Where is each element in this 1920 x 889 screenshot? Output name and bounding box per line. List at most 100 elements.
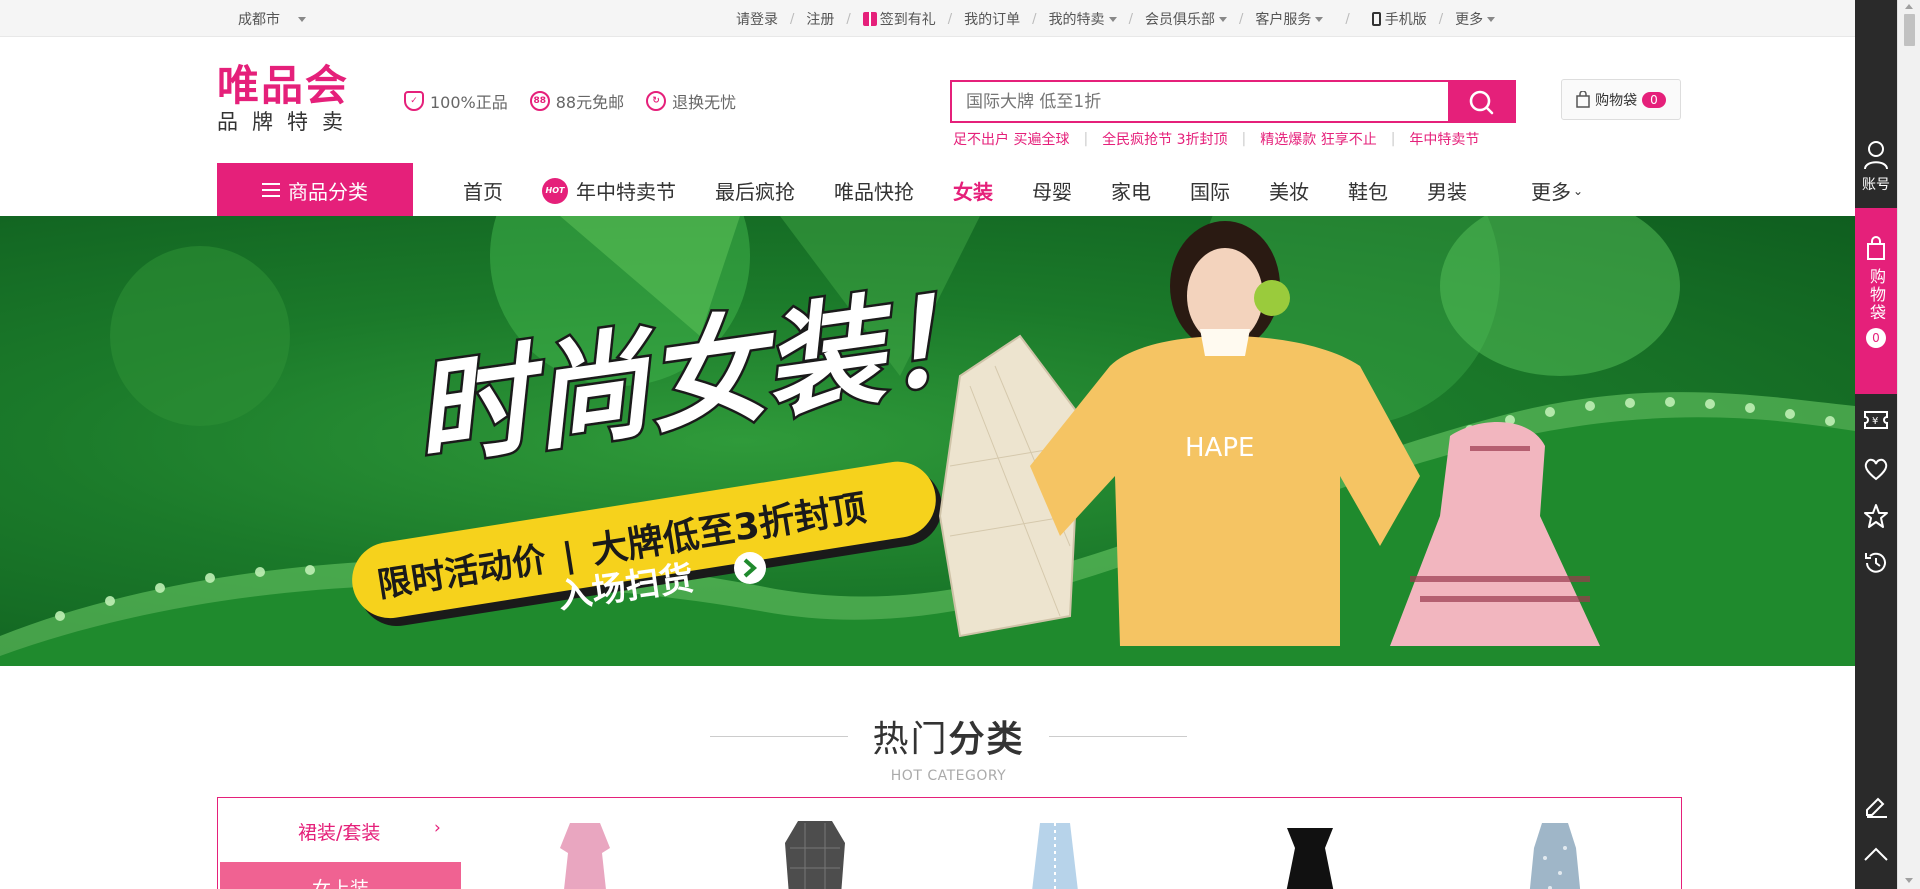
chevron-down-icon bbox=[1487, 16, 1496, 22]
my-sales-menu[interactable]: 我的特卖 bbox=[1049, 9, 1117, 29]
member-club-menu[interactable]: 会员俱乐部 bbox=[1145, 9, 1227, 29]
account-button[interactable]: 账号 bbox=[1855, 140, 1897, 194]
checkin-gift-link[interactable]: 签到有礼 bbox=[862, 9, 936, 29]
menu-icon bbox=[262, 183, 280, 197]
favorites-button[interactable] bbox=[1855, 457, 1897, 481]
cart-button[interactable]: 购物袋 0 bbox=[1561, 79, 1681, 120]
product-thumbnail[interactable] bbox=[770, 818, 860, 889]
hotword-link[interactable]: 年中特卖节 bbox=[1409, 129, 1479, 149]
separator: / bbox=[947, 11, 953, 27]
search-bar bbox=[950, 80, 1516, 123]
site-logo[interactable]: 唯品会 品牌特卖 bbox=[217, 61, 367, 135]
my-orders-link[interactable]: 我的订单 bbox=[964, 9, 1020, 29]
hotword-link[interactable]: 足不出户 买遍全球 bbox=[953, 129, 1069, 149]
hot-search-words: 足不出户 买遍全球 | 全民疯抢节 3折封顶 | 精选爆款 狂享不止 | 年中特… bbox=[953, 129, 1479, 149]
hotword-link[interactable]: 精选爆款 狂享不止 bbox=[1260, 129, 1376, 149]
scroll-up-arrow-icon[interactable] bbox=[1905, 4, 1913, 9]
more-menu[interactable]: 更多 bbox=[1455, 9, 1496, 29]
nav-item-home[interactable]: 首页 bbox=[463, 176, 503, 205]
register-link[interactable]: 注册 bbox=[806, 9, 834, 29]
nav-item-last-rush[interactable]: 最后疯抢 bbox=[715, 176, 795, 205]
separator: / bbox=[1128, 11, 1133, 27]
mobile-version-link[interactable]: 手机版 bbox=[1371, 9, 1427, 29]
login-link[interactable]: 请登录 bbox=[736, 9, 778, 29]
nav-item-beauty[interactable]: 美妆 bbox=[1269, 176, 1309, 205]
account-label: 账号 bbox=[1862, 177, 1890, 193]
title-divider bbox=[1048, 735, 1187, 737]
product-thumbnail[interactable] bbox=[1265, 818, 1355, 889]
logo-main-text: 唯品会 bbox=[217, 61, 350, 110]
separator: / bbox=[1238, 11, 1244, 27]
banner-art: 时尚女装！ 限时活动价 | 大牌低至3折封顶 入场扫货 HAPE bbox=[0, 216, 1855, 666]
shopping-bag-icon bbox=[1576, 91, 1590, 108]
coupon-button[interactable]: ¥ bbox=[1855, 410, 1897, 430]
nav-item-shoes-bags[interactable]: 鞋包 bbox=[1348, 176, 1388, 205]
search-icon bbox=[1469, 90, 1494, 114]
category-panel: 裙装/套装 › 女上装 bbox=[217, 797, 1682, 889]
category-menu-button[interactable]: 商品分类 bbox=[217, 163, 413, 217]
nav-item-appliances[interactable]: 家电 bbox=[1111, 176, 1151, 205]
hot-badge-icon: HOT bbox=[542, 177, 568, 204]
phone-icon bbox=[1371, 12, 1381, 26]
history-icon bbox=[1865, 552, 1886, 573]
sidebar-bag-count: 0 bbox=[1866, 328, 1886, 348]
free-shipping-icon: 88 bbox=[529, 91, 550, 111]
promise-easy-return: ↻ 退换无忧 bbox=[646, 89, 736, 113]
gift-icon bbox=[862, 12, 877, 26]
service-promises: ✓ 100%正品 88 88元免邮 ↻ 退换无忧 bbox=[404, 89, 736, 113]
chevron-down-icon bbox=[1108, 16, 1117, 22]
nav-item-more[interactable]: 更多 ⌄ bbox=[1531, 176, 1583, 205]
hero-banner[interactable]: 时尚女装！ 限时活动价 | 大牌低至3折封顶 入场扫货 HAPE bbox=[0, 216, 1855, 666]
feedback-button[interactable] bbox=[1855, 795, 1897, 819]
sidebar-bag-label: 购物袋 bbox=[1867, 268, 1886, 322]
top-utility-bar: 成都市 请登录 / 注册 / 签到有礼 / 我的订单 / 我的特卖 / 会员俱乐… bbox=[0, 0, 1855, 37]
hot-category-section: 热门 分类 HOT CATEGORY bbox=[0, 710, 1897, 784]
nav-item-baby[interactable]: 母婴 bbox=[1032, 176, 1072, 205]
promise-authentic: ✓ 100%正品 bbox=[404, 89, 508, 113]
customer-service-menu[interactable]: 客户服务 bbox=[1255, 9, 1324, 29]
right-toolbar: 账号 购物袋 0 ¥ bbox=[1855, 0, 1897, 889]
return-icon: ↻ bbox=[646, 91, 667, 111]
chevron-down-icon: ⌄ bbox=[1573, 183, 1584, 198]
separator: / bbox=[1345, 11, 1350, 27]
city-selector[interactable]: 成都市 bbox=[238, 9, 306, 29]
back-to-top-button[interactable] bbox=[1855, 845, 1897, 863]
nav-item-midyear-sale[interactable]: HOT 年中特卖节 bbox=[542, 176, 676, 205]
star-icon bbox=[1864, 504, 1888, 528]
category-tab[interactable]: 裙装/套装 bbox=[298, 818, 380, 845]
promise-free-shipping: 88 88元免邮 bbox=[529, 89, 624, 113]
separator: | bbox=[1083, 131, 1089, 147]
separator: / bbox=[1438, 11, 1444, 27]
main-nav: 首页 HOT 年中特卖节 最后疯抢 唯品快抢 女装 母婴 家电 国际 美妆 鞋包 … bbox=[463, 176, 1622, 205]
history-button[interactable] bbox=[1855, 550, 1897, 576]
product-thumbnail[interactable] bbox=[540, 818, 630, 889]
search-button[interactable] bbox=[1448, 82, 1514, 121]
product-thumbnail[interactable] bbox=[1010, 818, 1100, 889]
separator: | bbox=[1241, 131, 1247, 147]
product-thumbnail[interactable] bbox=[1510, 818, 1600, 889]
sweater-text: HAPE bbox=[1185, 433, 1254, 463]
title-divider bbox=[710, 735, 849, 737]
scroll-down-arrow-icon[interactable] bbox=[1905, 878, 1913, 883]
search-input[interactable] bbox=[952, 82, 1448, 121]
section-title: 热门 分类 bbox=[686, 710, 1210, 762]
svg-text:¥: ¥ bbox=[1872, 416, 1878, 427]
top-links: 请登录 / 注册 / 签到有礼 / 我的订单 / 我的特卖 / 会员俱乐部 / … bbox=[736, 9, 1496, 29]
nav-item-womens[interactable]: 女装 bbox=[953, 176, 993, 205]
starred-brands-button[interactable] bbox=[1855, 503, 1897, 529]
apple bbox=[1254, 280, 1290, 316]
nav-item-international[interactable]: 国际 bbox=[1190, 176, 1230, 205]
chevron-down-icon bbox=[298, 16, 306, 22]
logo-sub-text: 品牌特卖 bbox=[217, 110, 357, 134]
cart-count-badge: 0 bbox=[1642, 91, 1666, 108]
hotword-link[interactable]: 全民疯抢节 3折封顶 bbox=[1102, 129, 1227, 149]
category-tab-active[interactable]: 女上装 bbox=[220, 862, 461, 889]
chevron-down-icon bbox=[1218, 16, 1227, 22]
separator: / bbox=[846, 11, 851, 27]
nav-item-flash-sale[interactable]: 唯品快抢 bbox=[834, 176, 914, 205]
nav-item-mens[interactable]: 男装 bbox=[1427, 176, 1467, 205]
separator: / bbox=[790, 11, 795, 27]
sidebar-cart-button[interactable]: 购物袋 0 bbox=[1855, 208, 1897, 394]
page-scrollbar[interactable] bbox=[1897, 0, 1920, 889]
scroll-thumb[interactable] bbox=[1904, 14, 1915, 46]
